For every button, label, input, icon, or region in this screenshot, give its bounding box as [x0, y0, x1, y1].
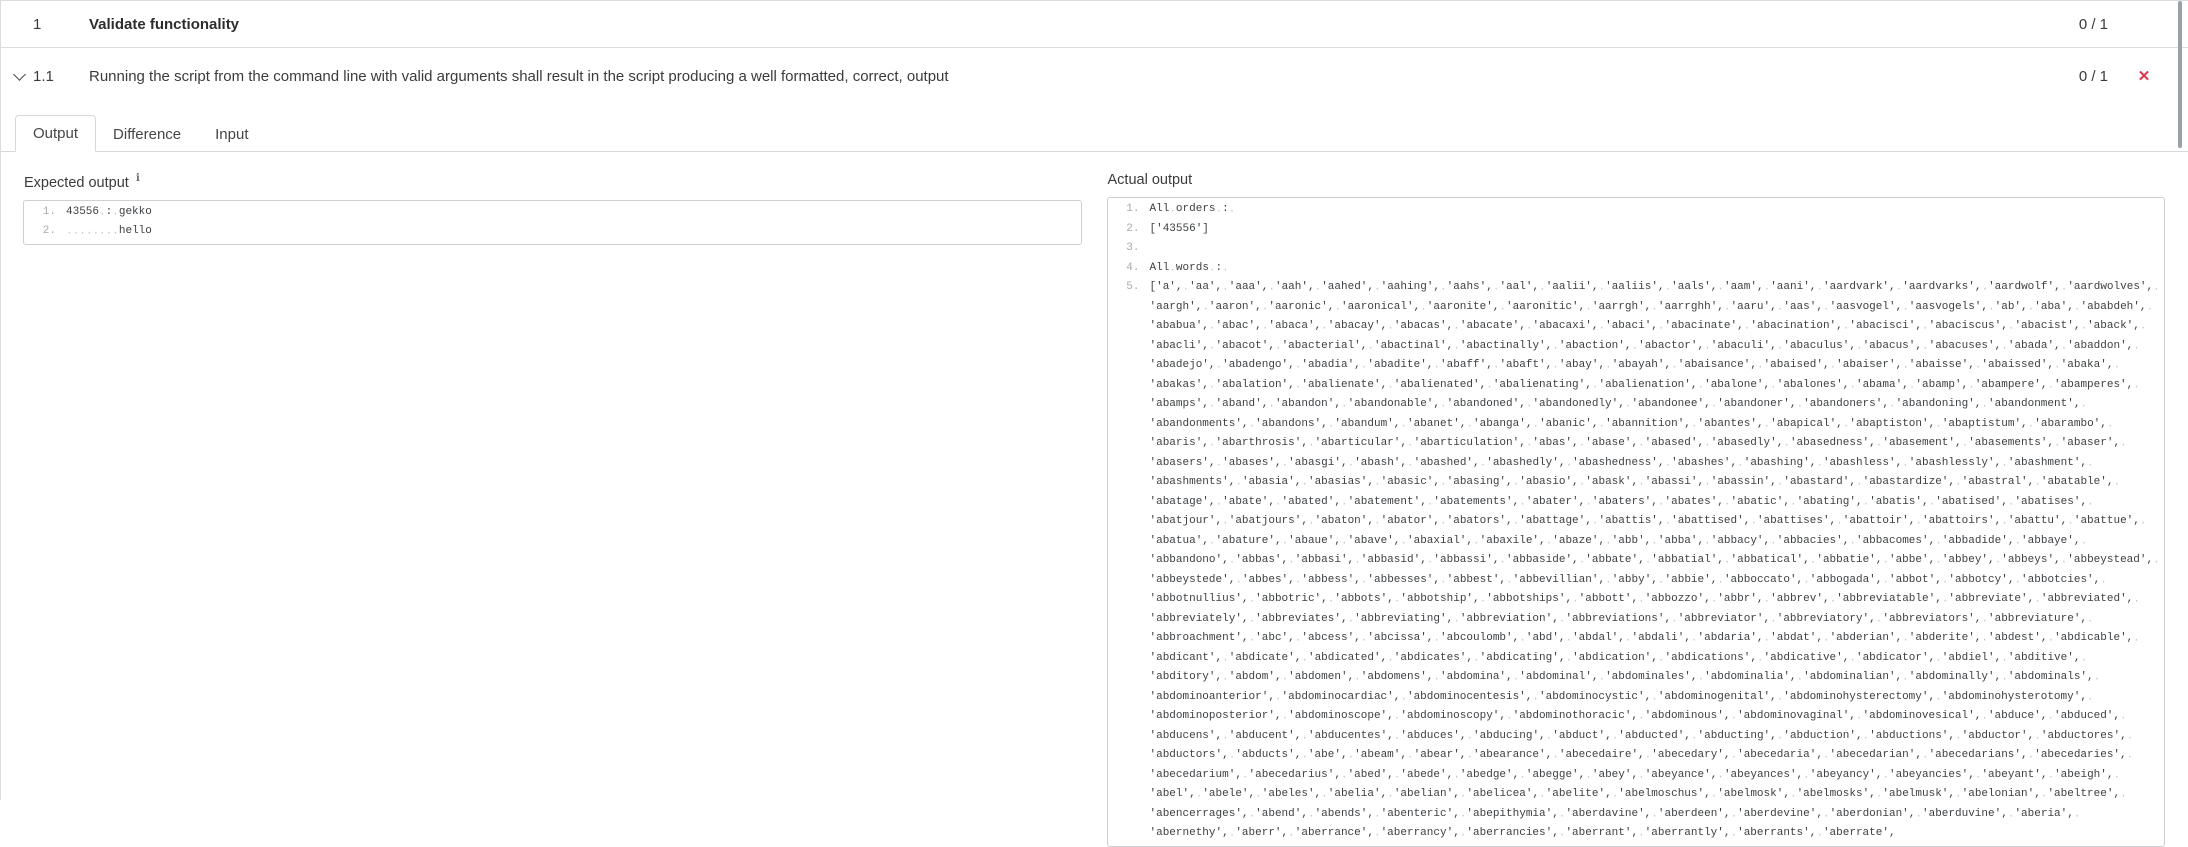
- code-text: ['43556']: [1149, 222, 1209, 235]
- actual-output-panel: Actual output 1. All orders : 2. ['43556']…: [1106, 172, 2165, 847]
- line-number: 2.: [1126, 222, 1140, 235]
- actual-output-codebox: 1. All orders : 2. ['43556'] 3. 4. All words …: [1106, 197, 2165, 847]
- code-line: 5. ['a', 'aa', 'aaa', 'aah', 'aahed', 'aa…: [1108, 278, 2155, 844]
- code-text: ['a', 'aa', 'aaa', 'aah', 'aahed', 'aahi…: [1150, 278, 2155, 844]
- code-text: All orders :: [1150, 200, 2155, 220]
- line-number: 4.: [1126, 261, 1140, 274]
- steps-table: 1 Validate functionality 0 / 1 1.1 Runni…: [1, 1, 2188, 105]
- tab-input[interactable]: Input: [198, 117, 265, 152]
- step-title: Validate functionality: [89, 15, 240, 33]
- tab-bar: Output Difference Input: [1, 115, 2188, 152]
- code-text: hello: [66, 222, 1071, 242]
- collapse-toggle[interactable]: [13, 68, 31, 81]
- expected-output-codebox: 1.43556 : gekko2. hello: [23, 199, 1082, 245]
- score-badge: 0 / 1: [2078, 15, 2108, 33]
- code-text: 43556 : gekko: [66, 203, 1071, 223]
- code-line: 1. 43556 : gekko: [24, 203, 1071, 223]
- chevron-down-icon: [13, 68, 26, 81]
- expected-output-panel: Expected outputi 1.43556 : gekko2. hello: [23, 172, 1082, 847]
- actual-output-label: Actual output: [1107, 172, 1193, 188]
- step-title: Running the script from the command line…: [89, 68, 949, 85]
- line-number: 3.: [1126, 242, 1140, 254]
- line-number: 1.: [42, 205, 56, 218]
- step-detail: Output Difference Input Expected output i…: [1, 115, 2188, 847]
- tab-output[interactable]: Output: [15, 115, 97, 152]
- score-badge: 0 / 1: [2078, 68, 2108, 85]
- tab-difference[interactable]: Difference: [96, 117, 198, 152]
- scrollbar-thumb[interactable]: [2178, 1, 2182, 148]
- info-icon[interactable]: i: [136, 172, 140, 184]
- code-line: 2. hello: [24, 222, 1071, 242]
- status-cell: ✕: [2108, 69, 2180, 84]
- table-row-category[interactable]: 1 Validate functionality 0 / 1: [1, 1, 2188, 48]
- code-line: 3.: [1108, 239, 2155, 259]
- failed-x-icon: ✕: [2137, 68, 2151, 85]
- line-number: 5.: [1126, 281, 1140, 293]
- code-text: All words :: [1150, 259, 2155, 279]
- output-tab-content: Expected outputi 1.43556 : gekko2. hello…: [1, 152, 2188, 847]
- expected-output-label: Expected output i: [24, 172, 140, 191]
- code-line: 2. ['43556']: [1108, 220, 2155, 240]
- code-line: 1. All orders :: [1108, 200, 2155, 220]
- step-number: 1.1: [33, 68, 54, 85]
- line-number: 1.: [1126, 203, 1140, 215]
- code-line: 4. All words :: [1108, 259, 2155, 279]
- table-row-substep[interactable]: 1.1 Running the script from the command …: [1, 48, 2188, 105]
- autotest-results-page: 1 Validate functionality 0 / 1 1.1 Runni…: [0, 0, 2188, 847]
- step-number: 1: [33, 15, 42, 33]
- line-number: 2.: [42, 225, 56, 238]
